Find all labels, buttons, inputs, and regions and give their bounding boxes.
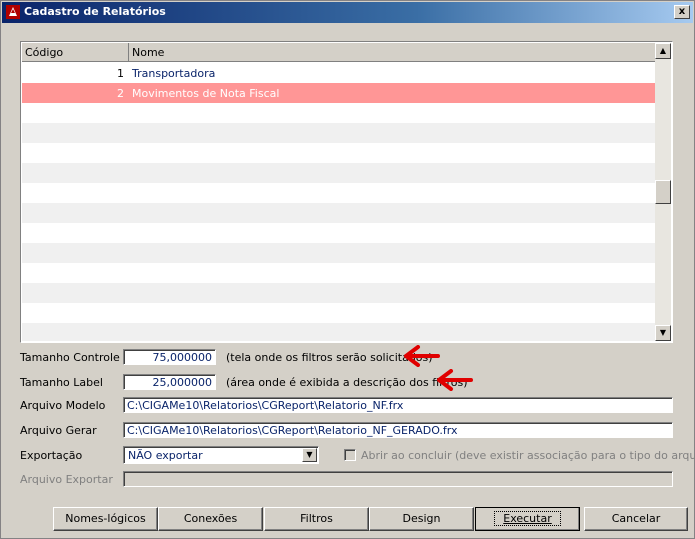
empty-table-row [22, 283, 658, 303]
executar-button-label: Executar [494, 511, 561, 526]
tamanho-label-label: Tamanho Label [20, 376, 103, 389]
grid-rows: 1 Transportadora 2 Movimentos de Nota Fi… [22, 63, 658, 341]
empty-table-row [22, 203, 658, 223]
table-row-selected[interactable]: 2 Movimentos de Nota Fiscal [22, 83, 658, 103]
grid-vertical-scrollbar[interactable]: ▲ ▼ [655, 43, 671, 341]
empty-table-row [22, 163, 658, 183]
scroll-up-button[interactable]: ▲ [655, 43, 671, 59]
tamanho-controle-hint: (tela onde os filtros serão solicitados) [226, 351, 433, 364]
empty-table-row [22, 103, 658, 123]
window-title: Cadastro de Relatórios [24, 5, 166, 18]
arquivo-gerar-label: Arquivo Gerar [20, 424, 97, 437]
empty-table-row [22, 243, 658, 263]
scroll-thumb[interactable] [655, 180, 671, 204]
annotation-arrow-icon [404, 345, 440, 367]
tamanho-label-field[interactable]: 25,000000 [123, 374, 216, 390]
title-bar: Cadastro de Relatórios x [2, 2, 693, 23]
column-header-codigo[interactable]: Código [22, 43, 129, 62]
empty-table-row [22, 143, 658, 163]
empty-table-row [22, 223, 658, 243]
design-button[interactable]: Design [369, 507, 474, 531]
scroll-down-button[interactable]: ▼ [655, 325, 671, 341]
tamanho-controle-field[interactable]: 75,000000 [123, 349, 216, 365]
tamanho-label-hint: (área onde é exibida a descrição dos fil… [226, 376, 468, 389]
exportacao-dropdown-button[interactable]: ▼ [302, 448, 317, 462]
nomes-logicos-button[interactable]: Nomes-lógicos [53, 507, 158, 531]
filtros-button[interactable]: Filtros [264, 507, 369, 531]
cell-codigo: 1 [117, 67, 124, 80]
reports-grid[interactable]: Código Nome 1 Transportadora 2 Movimento… [20, 41, 673, 343]
cancelar-button[interactable]: Cancelar [584, 507, 688, 531]
empty-table-row [22, 323, 658, 341]
empty-table-row [22, 303, 658, 323]
executar-button[interactable]: Executar [475, 507, 580, 531]
arquivo-modelo-field[interactable]: C:\CIGAMe10\Relatorios\CGReport\Relatori… [123, 397, 673, 413]
cell-nome: Movimentos de Nota Fiscal [132, 87, 280, 100]
exportacao-selected-value: NÃO exportar [128, 449, 203, 462]
arquivo-exportar-label: Arquivo Exportar [20, 473, 113, 486]
arquivo-gerar-field[interactable]: C:\CIGAMe10\Relatorios\CGReport\Relatori… [123, 422, 673, 438]
annotation-arrow-icon [437, 369, 473, 391]
close-button[interactable]: x [674, 5, 690, 19]
app-icon [5, 4, 21, 20]
conexoes-button[interactable]: Conexões [158, 507, 263, 531]
arquivo-exportar-field [123, 471, 673, 487]
abrir-ao-concluir-label: Abrir ao concluir (deve existir associaç… [361, 449, 695, 462]
cell-nome: Transportadora [132, 67, 216, 80]
tamanho-controle-label: Tamanho Controle [20, 351, 120, 364]
empty-table-row [22, 123, 658, 143]
abrir-ao-concluir-checkbox[interactable] [344, 449, 356, 461]
grid-body: Código Nome 1 Transportadora 2 Movimento… [22, 43, 658, 341]
scroll-down-icon: ▼ [659, 328, 667, 337]
table-row[interactable]: 1 Transportadora [22, 63, 658, 83]
arquivo-modelo-label: Arquivo Modelo [20, 399, 106, 412]
scroll-up-icon: ▲ [659, 46, 667, 55]
empty-table-row [22, 183, 658, 203]
cell-codigo: 2 [117, 87, 124, 100]
report-registration-window: Cadastro de Relatórios x Código Nome 1 T… [0, 0, 695, 539]
close-icon: x [678, 6, 686, 17]
exportacao-label: Exportação [20, 449, 83, 462]
column-header-nome[interactable]: Nome [129, 43, 658, 62]
chevron-down-icon: ▼ [306, 450, 313, 459]
exportacao-select[interactable]: NÃO exportar ▼ [123, 446, 319, 464]
grid-header: Código Nome [22, 43, 658, 62]
empty-table-row [22, 263, 658, 283]
